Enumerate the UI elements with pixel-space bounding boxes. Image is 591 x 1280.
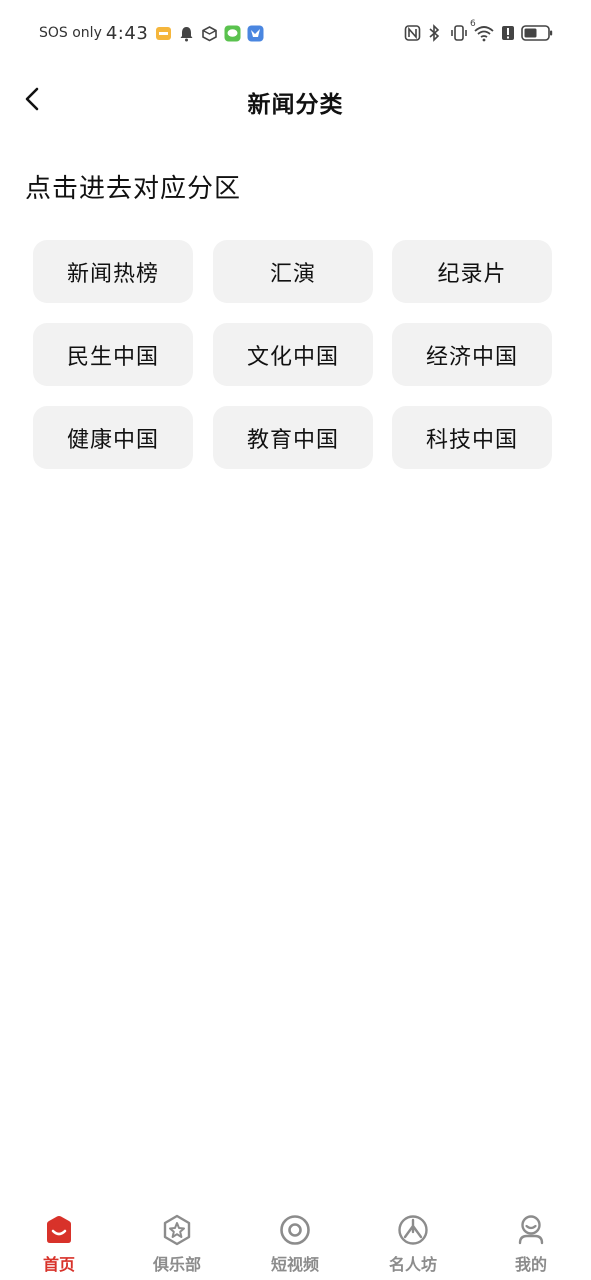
category-button[interactable]: 健康中国 <box>33 406 193 469</box>
wallet-app-icon <box>155 25 172 42</box>
wifi-icon: 6 <box>470 19 495 42</box>
bottom-nav: 首页 俱乐部 短视频 名人坊 我的 <box>0 1204 591 1280</box>
vibrate-icon <box>450 24 467 42</box>
status-bar: SOS only 4:43 6 <box>0 0 591 66</box>
bird-app-icon <box>247 25 264 42</box>
nav-label: 首页 <box>42 1255 75 1274</box>
box-icon <box>201 25 218 42</box>
carrier-text: SOS only <box>39 25 102 41</box>
bluetooth-icon <box>427 24 444 42</box>
video-icon <box>280 1215 310 1245</box>
wifi-generation-label: 6 <box>470 19 476 29</box>
profile-icon <box>518 1215 544 1245</box>
bell-icon <box>178 25 195 42</box>
nav-item-home[interactable]: 首页 <box>14 1204 104 1280</box>
section-hint: 点击进去对应分区 <box>25 174 242 204</box>
chat-app-icon <box>224 25 241 42</box>
nav-label: 名人坊 <box>388 1255 437 1274</box>
home-icon <box>47 1216 71 1243</box>
nfc-icon <box>404 24 421 42</box>
nav-label: 我的 <box>514 1255 547 1274</box>
nav-item-profile[interactable]: 我的 <box>486 1204 576 1280</box>
battery-icon <box>521 24 553 42</box>
nav-item-video[interactable]: 短视频 <box>250 1204 340 1280</box>
category-button[interactable]: 纪录片 <box>392 240 552 303</box>
nav-label: 短视频 <box>270 1255 319 1274</box>
nav-item-celebrity[interactable]: 名人坊 <box>368 1204 458 1280</box>
category-button[interactable]: 教育中国 <box>213 406 373 469</box>
club-icon <box>163 1214 191 1246</box>
category-button[interactable]: 经济中国 <box>392 323 552 386</box>
clock-time: 4:43 <box>105 22 149 44</box>
category-button[interactable]: 科技中国 <box>392 406 552 469</box>
nav-item-club[interactable]: 俱乐部 <box>132 1204 222 1280</box>
header: 新闻分类 <box>0 66 591 132</box>
category-button[interactable]: 文化中国 <box>213 323 373 386</box>
celebrity-icon <box>398 1215 428 1245</box>
category-button[interactable]: 汇演 <box>213 240 373 303</box>
status-right: 6 <box>404 19 553 43</box>
category-button[interactable]: 民生中国 <box>33 323 193 386</box>
alert-icon <box>501 24 515 42</box>
category-button[interactable]: 新闻热榜 <box>33 240 193 303</box>
status-left: SOS only 4:43 <box>39 22 270 44</box>
nav-label: 俱乐部 <box>152 1255 201 1274</box>
page-title: 新闻分类 <box>247 92 344 118</box>
